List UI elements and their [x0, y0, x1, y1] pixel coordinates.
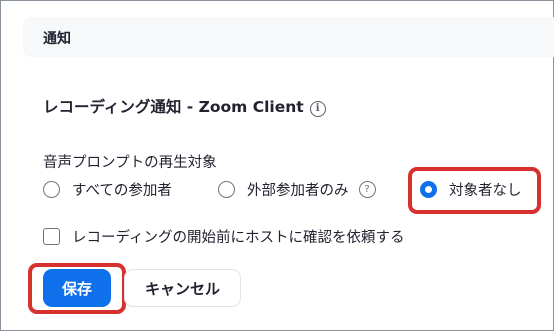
confirm-checkbox-label: レコーディングの開始前にホストに確認を依頼する	[72, 230, 405, 246]
info-icon[interactable]: i	[309, 101, 326, 117]
radio-external-only[interactable]: 外部参加者のみ ?	[218, 179, 376, 200]
radio-all-participants[interactable]: すべての参加者	[43, 179, 172, 200]
radio-label: すべての参加者	[72, 183, 172, 199]
radio-circle-selected[interactable]	[420, 181, 437, 198]
settings-panel: 通知 レコーディング通知 - Zoom Client i 音声プロンプトの再生対象…	[0, 0, 554, 331]
setting-title: レコーディング通知 - Zoom Client i	[43, 95, 326, 117]
radio-circle[interactable]	[43, 181, 60, 198]
section-header: 通知	[23, 17, 554, 57]
radio-no-one[interactable]: 対象者なし	[420, 179, 522, 200]
confirm-checkbox[interactable]	[43, 228, 60, 245]
confirm-checkbox-row[interactable]: レコーディングの開始前にホストに確認を依頼する	[43, 226, 404, 247]
radio-label: 外部参加者のみ	[247, 183, 349, 199]
setting-title-text: レコーディング通知 - Zoom Client	[43, 98, 304, 116]
radio-circle[interactable]	[218, 181, 235, 198]
cancel-button[interactable]: キャンセル	[124, 269, 241, 307]
save-button[interactable]: 保存	[43, 269, 111, 307]
radio-label: 対象者なし	[449, 183, 522, 199]
prompt-label: 音声プロンプトの再生対象	[43, 155, 217, 171]
section-title: 通知	[43, 31, 71, 47]
question-circle-icon[interactable]: ?	[358, 181, 376, 198]
